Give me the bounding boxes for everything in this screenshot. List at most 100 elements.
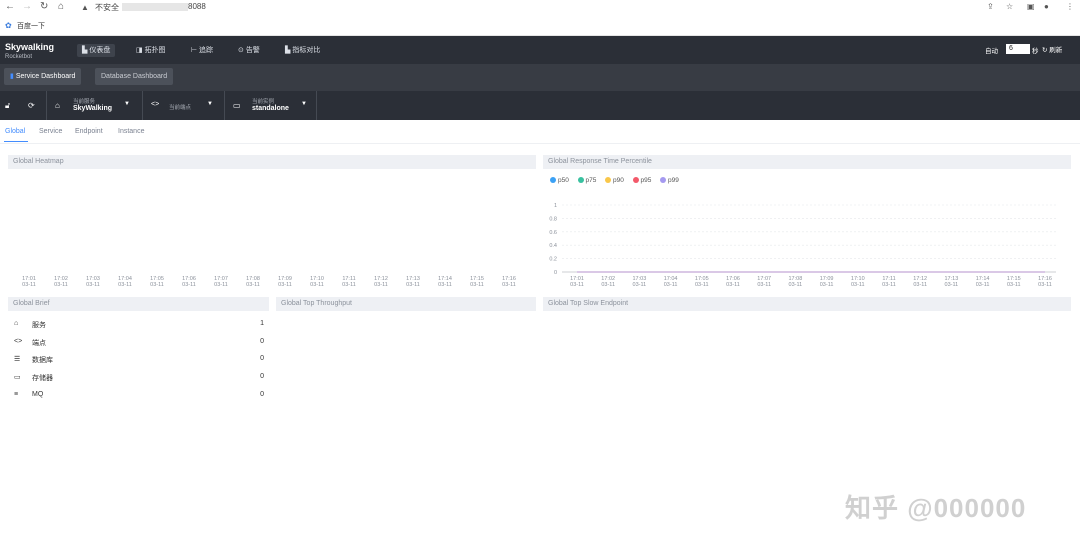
alarm-icon: ⊙ [238,47,246,54]
storage-icon: ▭ [14,374,21,382]
sync-icon[interactable]: ⟳ [28,101,35,110]
refresh-button[interactable]: ↻ 刷新 [1042,44,1062,54]
service-selector[interactable]: ⌂ 当前服务 SkyWalking ▼ [50,91,138,120]
divider [316,91,317,120]
legend-label: p95 [640,177,652,184]
url-port[interactable]: 8088 [188,2,206,11]
brief-value: 1 [260,320,264,327]
legend-p99[interactable]: p99 [660,177,679,184]
instance-selector[interactable]: ▭ 当前实例 standalone ▼ [228,91,314,120]
bookmark-baidu[interactable]: 百度一下 [17,21,45,31]
percentile-x-tick: 17:08 03-11 [788,276,803,288]
divider [142,91,143,120]
sidebar-icon[interactable]: ▣ [1027,1,1035,13]
seconds-label: 秒 [1032,48,1039,55]
divider [224,91,225,120]
forward-icon[interactable]: → [22,1,32,13]
profile-icon[interactable]: ● [1044,1,1049,13]
topology-icon: ◨ [136,47,145,54]
active-dot-icon: ▮ [10,73,14,80]
browser-toolbar: ← → ↻ ⌂ ▲ 不安全 8088 ⇪ ☆ ▣ ● ⋮ [0,0,1080,16]
nav-topology[interactable]: ◨ 拓扑图 [131,44,171,57]
endpoint-icon: <> [14,337,23,345]
mq-icon: ≡ [14,390,19,398]
legend-dot-icon [550,177,556,183]
brief-value: 0 [260,390,264,398]
percentile-chart: 1 0.8 0.6 0.4 0.2 0 [549,203,1056,276]
tab-instance[interactable]: Instance [118,128,144,135]
active-tab-indicator [4,141,28,142]
auto-refresh-label[interactable]: 自动 [985,45,998,55]
nav-alarm[interactable]: ⊙ 告警 [233,44,265,57]
percentile-x-tick: 17:13 03-11 [944,276,959,288]
y-tick-label: 0 [554,270,557,276]
service-icon: ⌂ [55,101,60,110]
endpoint-selector[interactable]: <> 当前端点 ▼ [146,91,222,120]
panel-slow-endpoint-title: Global Top Slow Endpoint [543,297,1071,311]
code-icon: <> [151,101,160,108]
percentile-x-tick: 17:06 03-11 [726,276,740,288]
tab-service[interactable]: Service [39,128,62,135]
nav-dashboard[interactable]: ▙ 仪表盘 [77,44,116,57]
heatmap-x-tick: 17:14 03-11 [438,276,452,288]
percentile-x-tick: 17:04 03-11 [663,276,678,288]
insecure-label[interactable]: 不安全 [95,2,119,13]
percentile-x-tick: 17:10 03-11 [850,276,865,288]
heatmap-x-tick: 17:06 03-11 [182,276,196,288]
logo[interactable]: Skywalking [5,42,54,52]
brief-value: 0 [260,355,264,363]
database-icon: ☰ [14,356,21,364]
tab-endpoint[interactable]: Endpoint [75,128,103,135]
tab-database-dashboard[interactable]: Database Dashboard [95,68,174,85]
heatmap-x-tick: 17:16 03-11 [502,276,516,288]
share-icon[interactable]: ⇪ [987,1,994,13]
brief-label: 端点 [32,339,46,347]
brief-label: 存储器 [32,375,53,383]
legend-label: p99 [668,177,679,184]
reload-icon[interactable]: ↻ [40,1,48,13]
percentile-x-tick: 17:11 03-11 [882,276,896,288]
percentile-x-tick: 17:03 03-11 [632,276,647,288]
tab-service-dashboard[interactable]: ▮ Service Dashboard [4,68,82,85]
nav-metrics-compare[interactable]: ▙ 指标对比 [280,44,325,57]
tab-global[interactable]: Global [5,128,25,135]
y-tick-label: 0.6 [549,230,557,236]
legend-p90[interactable]: p90 [605,177,624,184]
warning-icon[interactable]: ▲ [81,2,89,14]
percentile-x-tick: 17:05 03-11 [694,276,709,288]
lock-icon[interactable]: 🔓︎ [5,101,10,111]
heatmap-x-tick: 17:03 03-11 [86,276,100,288]
legend-dot-icon [660,177,666,183]
heatmap-x-tick: 17:11 03-11 [342,276,356,288]
watermark: 知乎 @000000 [845,493,1027,523]
legend-p75[interactable]: p75 [577,177,596,184]
heatmap-x-tick: 17:02 03-11 [54,276,68,288]
star-icon[interactable]: ☆ [1006,1,1013,13]
brief-label: MQ [32,390,44,398]
nav-trace[interactable]: ⊢ 追踪 [186,44,218,57]
chevron-down-icon: ▼ [301,101,307,107]
app-header: Skywalking Rocketbot ▙ 仪表盘 ◨ 拓扑图 ⊢ 追踪 ⊙ … [0,36,1080,64]
percentile-x-tick: 17:14 03-11 [975,276,990,288]
panel-heatmap-title: Global Heatmap [8,155,536,169]
home-icon[interactable]: ⌂ [58,1,64,13]
back-icon[interactable]: ← [5,1,15,13]
heatmap-x-tick: 17:04 03-11 [118,276,132,288]
panel-throughput-title: Global Top Throughput [276,297,536,311]
heatmap-x-tick: 17:01 03-11 [22,276,36,288]
brief-value: 0 [260,337,264,345]
baidu-icon: ✿ [5,21,12,30]
legend-p95[interactable]: p95 [632,177,652,184]
monitor-icon: ▭ [233,101,241,110]
y-tick-label: 0.2 [549,257,557,263]
panel-brief-title: Global Brief [8,297,269,311]
bookmarks-bar: ✿ 百度一下 [0,16,1080,36]
legend-p50[interactable]: p50 [550,177,569,184]
percentile-x-tick: 17:07 03-11 [757,276,772,288]
menu-icon[interactable]: ⋮ [1066,1,1074,13]
y-tick-label: 1 [554,203,557,209]
heatmap-x-tick: 17:15 03-11 [470,276,484,288]
url-host-mask [122,3,188,11]
auto-refresh-seconds-input[interactable]: 6 [1006,44,1030,54]
percentile-x-tick: 17:01 03-11 [570,276,584,288]
